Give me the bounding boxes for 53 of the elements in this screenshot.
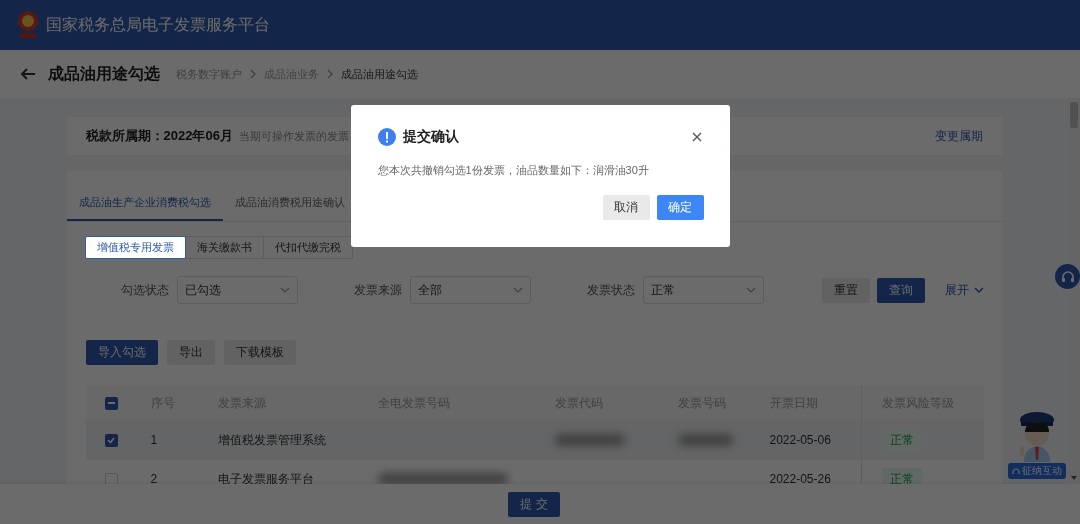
- invoice-type-tab[interactable]: 增值税专用发票: [84, 236, 186, 259]
- site-title: 国家税务总局电子发票服务平台: [46, 14, 270, 35]
- chevron-right-icon: [326, 69, 334, 79]
- invoice-type-tab[interactable]: 海关缴款书: [184, 236, 264, 259]
- chevron-down-icon: [744, 285, 757, 295]
- invoice-type-tab[interactable]: 代扣代缴完税: [262, 236, 353, 259]
- headset-icon: [1059, 268, 1076, 285]
- emblem-icon: [16, 10, 40, 40]
- row-checkbox[interactable]: [104, 433, 118, 447]
- confirm-button[interactable]: 确定: [656, 195, 704, 220]
- submit-button[interactable]: 提 交: [508, 491, 560, 517]
- filter-label: 发票状态: [585, 281, 635, 299]
- table-cell: 1: [150, 433, 158, 447]
- table-row[interactable]: 1 增值税发票管理系统 2022-05-06 正常: [85, 421, 984, 460]
- chevron-down-icon: [511, 285, 524, 295]
- breadcrumb-current: 成品油用途勾选: [341, 66, 418, 82]
- table-cell: 2022-05-06: [769, 433, 831, 447]
- search-button[interactable]: 查询: [876, 277, 925, 303]
- change-period-link[interactable]: 变更属期: [934, 127, 983, 145]
- check-icon: [106, 435, 116, 445]
- table-cell: 增值税发票管理系统: [217, 431, 326, 449]
- table-cell: 电子发票服务平台: [217, 470, 314, 484]
- filter-select[interactable]: 已勾选: [176, 276, 298, 304]
- chevron-down-icon: [278, 285, 291, 295]
- filter-label: 发票来源: [352, 281, 402, 299]
- filter-select[interactable]: 正常: [642, 276, 764, 304]
- period-label: 税款所属期：2022年06月: [85, 127, 233, 145]
- back-arrow-icon[interactable]: [20, 66, 36, 82]
- headset-icon: [1012, 467, 1020, 475]
- risk-tag: 正常: [881, 467, 922, 484]
- action-button[interactable]: 导入勾选: [85, 340, 158, 365]
- dialog-title: 提交确认: [402, 128, 459, 146]
- action-button[interactable]: 导出: [166, 340, 215, 365]
- action-button[interactable]: 下载模板: [223, 340, 296, 365]
- chevron-down-icon: [972, 285, 985, 295]
- cancel-button[interactable]: 取消: [602, 195, 650, 220]
- close-icon: [691, 132, 702, 142]
- scroll-down-icon[interactable]: [1070, 474, 1078, 482]
- page-title: 成品油用途勾选: [48, 63, 160, 84]
- row-checkbox[interactable]: [104, 472, 118, 484]
- reset-button[interactable]: 重置: [821, 277, 870, 303]
- chevron-right-icon: [249, 69, 257, 79]
- table-cell: 2022-05-26: [769, 472, 831, 484]
- dialog-message: 您本次共撤销勾选1份发票，油品数量如下：润滑油30升: [377, 163, 650, 178]
- alert-icon: [377, 128, 396, 146]
- filter-label: 勾选状态: [119, 281, 169, 299]
- filter-select[interactable]: 全部: [409, 276, 531, 304]
- interaction-label[interactable]: 征纳互动: [1008, 463, 1066, 479]
- tab[interactable]: 成品油生产企业消费税勾选: [66, 185, 223, 221]
- select-all-checkbox[interactable]: [104, 396, 118, 410]
- table-cell: 2: [150, 472, 158, 484]
- support-button[interactable]: [1055, 264, 1080, 289]
- expand-link[interactable]: 展开: [944, 281, 985, 299]
